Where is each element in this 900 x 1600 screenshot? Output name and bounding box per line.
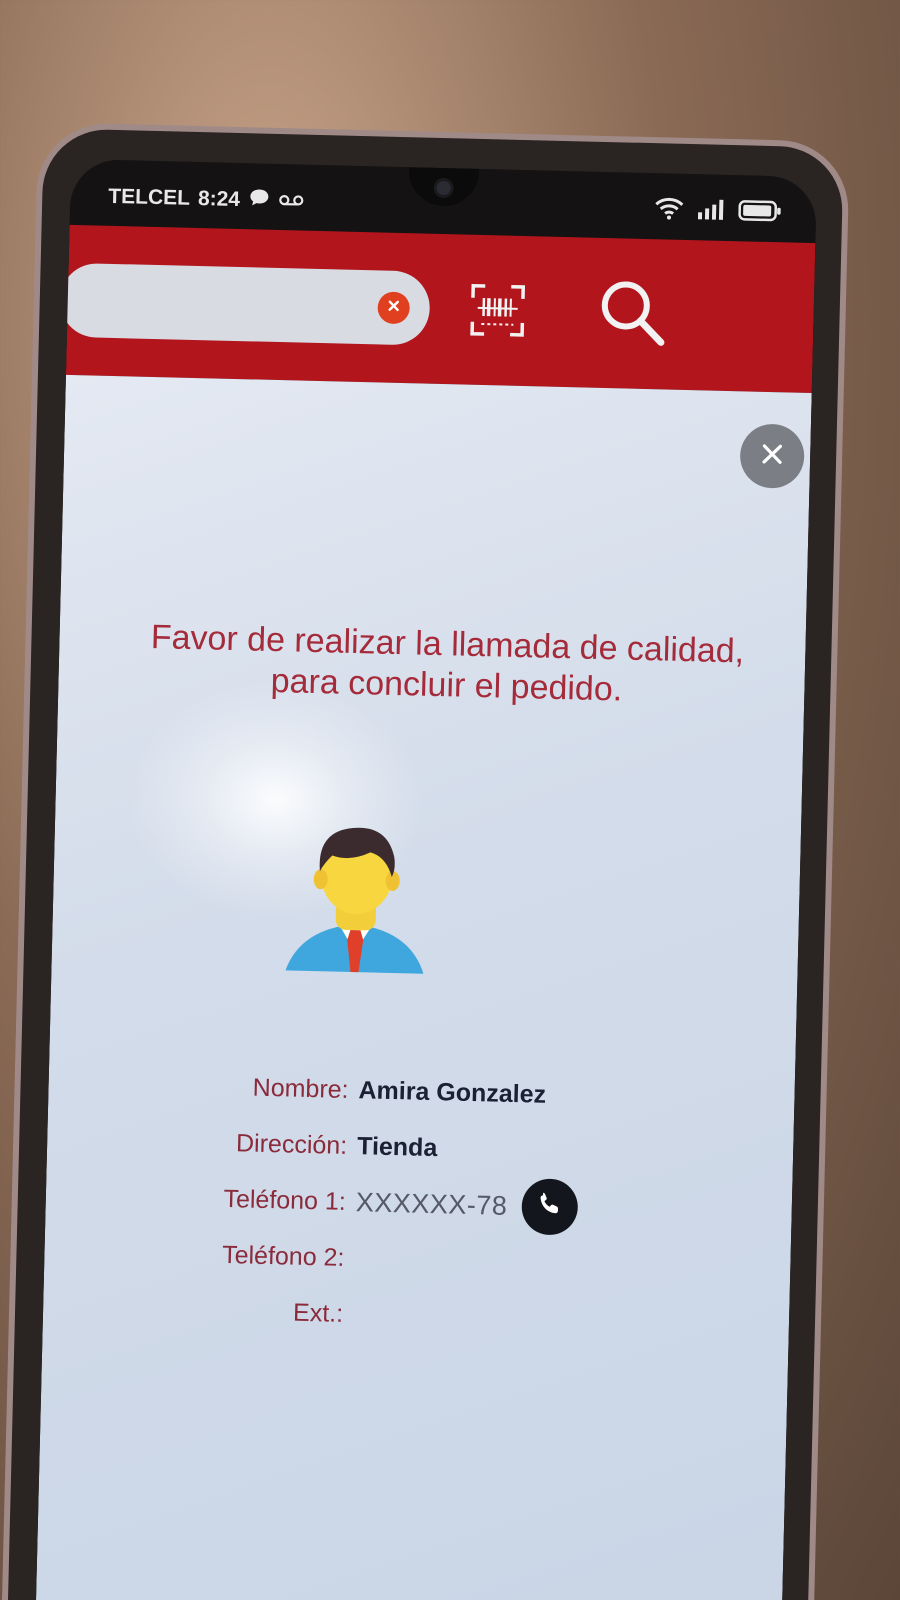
phone-screen: TELCEL 8:24 Favor de realizar la llamada… bbox=[35, 158, 818, 1600]
signal-icon bbox=[696, 198, 727, 226]
search-icon bbox=[593, 281, 673, 359]
call-button[interactable] bbox=[520, 1178, 579, 1236]
telefono-1-label: Teléfono 1: bbox=[223, 1184, 347, 1216]
quality-call-message: Favor de realizar la llamada de calidad,… bbox=[150, 617, 745, 709]
clear-search-button[interactable] bbox=[377, 291, 411, 325]
search-input[interactable] bbox=[58, 262, 379, 345]
direccion-value: Tienda bbox=[356, 1131, 438, 1162]
close-icon bbox=[759, 440, 786, 472]
direccion-label: Dirección: bbox=[235, 1128, 348, 1160]
customer-info: Nombre: Amira Gonzalez Dirección: Tienda… bbox=[102, 1056, 669, 1350]
nombre-label: Nombre: bbox=[252, 1073, 349, 1104]
camera-notch bbox=[408, 167, 480, 207]
barcode-scan-icon bbox=[469, 283, 526, 343]
wifi-icon bbox=[654, 196, 685, 226]
telefono-2-label: Teléfono 2: bbox=[221, 1240, 345, 1272]
nombre-value: Amira Gonzalez bbox=[358, 1075, 547, 1109]
front-camera bbox=[433, 177, 454, 199]
voicemail-icon bbox=[278, 189, 305, 214]
battery-icon bbox=[738, 199, 783, 227]
app-header bbox=[58, 224, 816, 394]
chat-bubble-icon bbox=[248, 187, 271, 214]
search-box[interactable] bbox=[58, 262, 431, 346]
quality-call-dialog: Favor de realizar la llamada de calidad,… bbox=[35, 374, 812, 1600]
close-button[interactable] bbox=[739, 423, 805, 489]
telefono-1-value: XXXXXX-78 bbox=[355, 1186, 508, 1221]
clock: 8:24 bbox=[197, 187, 241, 212]
phone-device: TELCEL 8:24 Favor de realizar la llamada… bbox=[1, 122, 850, 1600]
phone-call-icon bbox=[535, 1189, 564, 1225]
barcode-scan-button[interactable] bbox=[469, 282, 526, 339]
ext-label: Ext.: bbox=[292, 1298, 344, 1328]
carrier-label: TELCEL bbox=[108, 184, 191, 210]
clear-icon bbox=[386, 298, 400, 317]
person-avatar-icon bbox=[279, 810, 433, 984]
search-button[interactable] bbox=[593, 273, 675, 355]
